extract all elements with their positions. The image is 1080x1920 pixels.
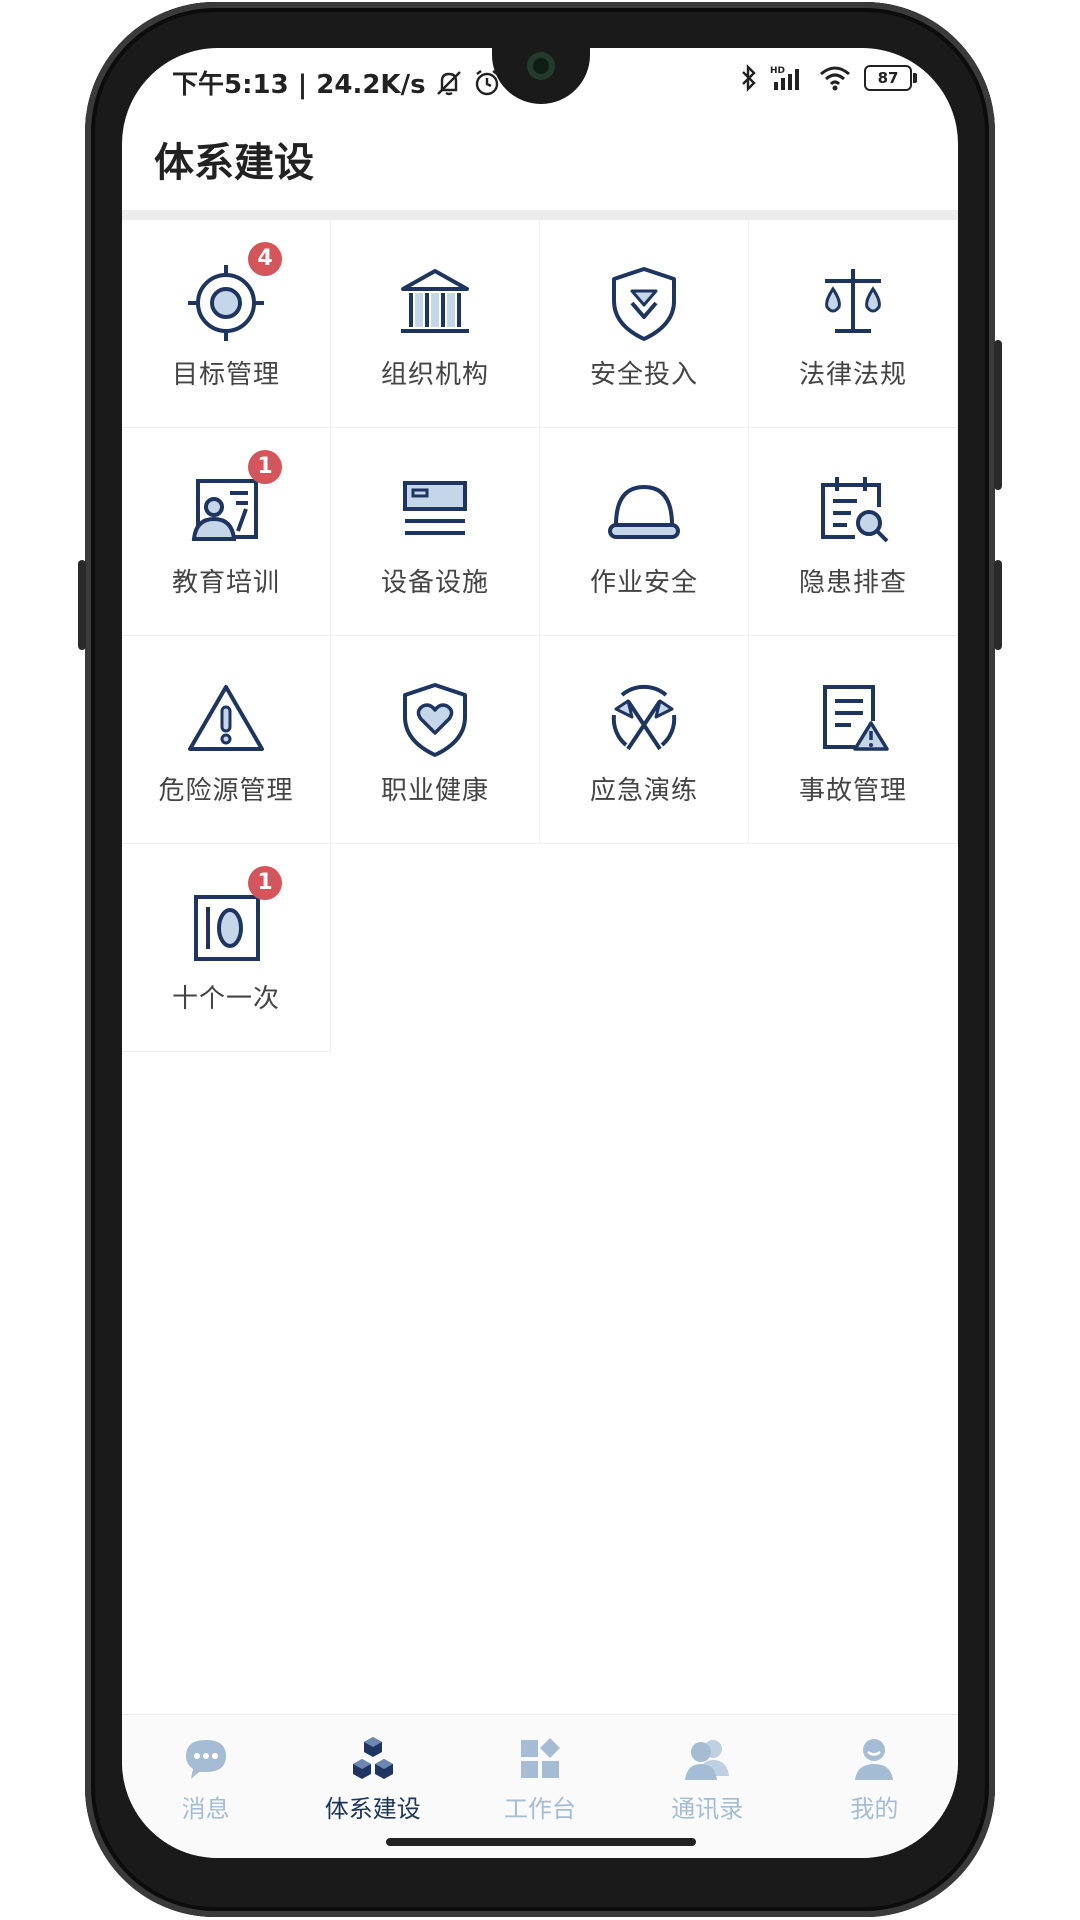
- module-grid: 目标管理 4 组织机构 安全投入 法律法规 教育培训 1 设备设施 作业安全 隐…: [122, 220, 958, 1052]
- svg-text:HD: HD: [770, 66, 785, 76]
- screen: 下午5:13 | 24.2K/s HD 87 体系建设 目标管理 4 组织机构 …: [122, 48, 958, 1858]
- module-label: 十个一次: [171, 984, 280, 1014]
- equipment-icon: [403, 481, 467, 535]
- volume-button: [78, 560, 86, 650]
- bottom-tab-bar: 消息 体系建设 工作台 通讯录 我的: [122, 1714, 958, 1858]
- module-label: 作业安全: [589, 568, 698, 598]
- tab-label: 消息: [181, 1795, 230, 1823]
- module-label: 安全投入: [589, 360, 698, 390]
- status-bar: 下午5:13 | 24.2K/s HD 87: [122, 48, 958, 114]
- module-label: 隐患排查: [798, 568, 907, 598]
- module-label: 目标管理: [171, 360, 280, 390]
- bluetooth-icon: [742, 64, 756, 92]
- status-time-speed: 下午5:13 | 24.2K/s: [172, 70, 426, 100]
- crossed-flags-icon: [611, 684, 677, 751]
- module-laws-regulations[interactable]: 法律法规: [749, 220, 958, 428]
- notification-badge: 4: [248, 242, 282, 276]
- contacts-icon: [685, 1740, 730, 1780]
- helmet-icon: [608, 484, 680, 539]
- chat-bubble-icon: [185, 1740, 226, 1779]
- tab-messages[interactable]: 消息: [122, 1715, 289, 1858]
- cubes-icon: [352, 1737, 393, 1779]
- power-button: [994, 340, 1002, 490]
- hd-signal-icon: HD: [770, 66, 799, 90]
- shield-download-icon: [612, 267, 676, 341]
- module-label: 教育培训: [171, 568, 280, 598]
- module-hazard-source-management[interactable]: 危险源管理: [122, 636, 331, 844]
- module-hazard-inspection[interactable]: 隐患排查: [749, 428, 958, 636]
- dashboard-icon: [521, 1738, 560, 1778]
- shield-heart-icon: [403, 683, 467, 757]
- module-safety-investment[interactable]: 安全投入: [540, 220, 749, 428]
- module-operation-safety[interactable]: 作业安全: [540, 428, 749, 636]
- profile-icon: [855, 1739, 894, 1780]
- alarm-icon: [475, 69, 498, 95]
- tab-mine[interactable]: 我的: [791, 1715, 958, 1858]
- tab-label: 通讯录: [671, 1795, 744, 1823]
- module-ten-once[interactable]: 十个一次 1: [122, 844, 331, 1052]
- module-occupational-health[interactable]: 职业健康: [331, 636, 540, 844]
- module-education-training[interactable]: 教育培训 1: [122, 428, 331, 636]
- module-target-management[interactable]: 目标管理 4: [122, 220, 331, 428]
- scales-icon: [825, 269, 881, 333]
- battery-icon: 87: [864, 65, 917, 91]
- warning-triangle-icon: [188, 685, 264, 751]
- module-label: 设备设施: [380, 568, 489, 598]
- module-label: 危险源管理: [158, 776, 294, 806]
- institution-icon: [401, 269, 469, 333]
- module-label: 法律法规: [798, 360, 907, 390]
- tab-contacts[interactable]: 通讯录: [624, 1715, 791, 1858]
- tab-label: 体系建设: [324, 1795, 421, 1823]
- notification-badge: 1: [248, 450, 282, 484]
- tab-workbench[interactable]: 工作台: [456, 1715, 623, 1858]
- tab-label: 我的: [850, 1795, 899, 1823]
- module-label: 应急演练: [589, 776, 698, 806]
- mute-icon: [436, 70, 461, 95]
- notification-badge: 1: [248, 866, 282, 900]
- module-accident-management[interactable]: 事故管理: [749, 636, 958, 844]
- page-title: 体系建设: [154, 140, 314, 186]
- home-indicator[interactable]: [386, 1838, 696, 1846]
- calendar-search-icon: [821, 477, 889, 543]
- side-button: [994, 560, 1002, 650]
- document-warning-icon: [823, 685, 889, 751]
- module-label: 组织机构: [380, 360, 489, 390]
- header-divider: [122, 210, 958, 220]
- wifi-icon: [820, 66, 850, 91]
- module-label: 事故管理: [798, 776, 907, 806]
- tab-label: 工作台: [504, 1795, 576, 1823]
- module-emergency-drill[interactable]: 应急演练: [540, 636, 749, 844]
- module-organization[interactable]: 组织机构: [331, 220, 540, 428]
- module-label: 职业健康: [380, 776, 489, 806]
- module-equipment-facilities[interactable]: 设备设施: [331, 428, 540, 636]
- tab-system-construction[interactable]: 体系建设: [289, 1715, 456, 1858]
